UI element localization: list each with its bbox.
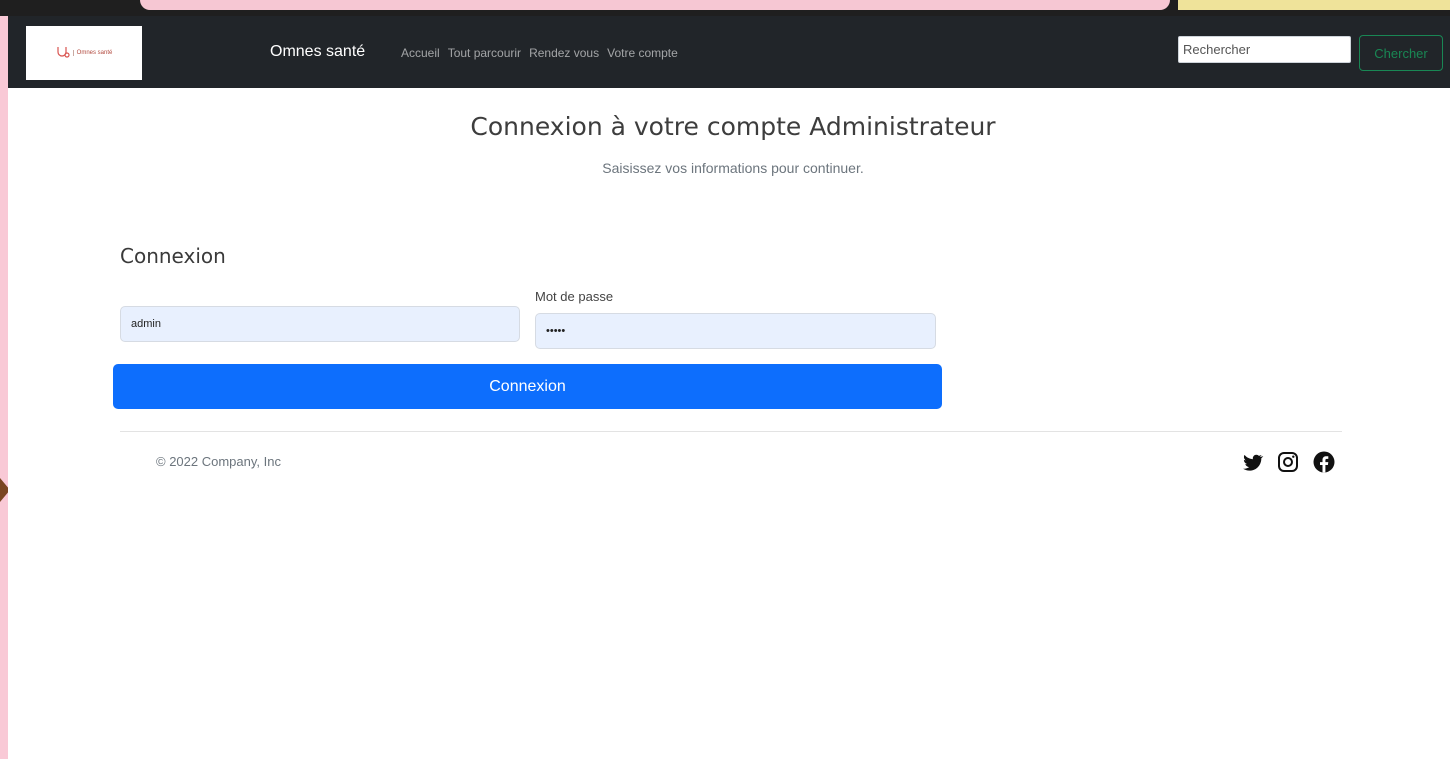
logo-text: Omnes santé <box>72 50 112 56</box>
nav-link-rendez-vous[interactable]: Rendez vous <box>529 46 599 60</box>
copyright-text: © 2022 Company, Inc <box>156 454 281 469</box>
footer-divider <box>120 431 1342 432</box>
login-section-title: Connexion <box>120 244 226 268</box>
page-title: Connexion à votre compte Administrateur <box>470 112 996 141</box>
navbar: Omnes santé Omnes santé Accueil Tout par… <box>8 16 1450 88</box>
instagram-icon[interactable] <box>1276 450 1300 474</box>
background-pill <box>140 0 1170 10</box>
stethoscope-icon <box>57 47 70 58</box>
login-button[interactable]: Connexion <box>113 364 942 409</box>
page-subtitle: Saisissez vos informations pour continue… <box>602 160 864 176</box>
browser-page: Omnes santé Omnes santé Accueil Tout par… <box>8 16 1450 759</box>
background-yellow-block <box>1178 0 1450 10</box>
nav-link-votre-compte[interactable]: Votre compte <box>607 46 678 60</box>
nav-link-tout-parcourir[interactable]: Tout parcourir <box>448 46 521 60</box>
username-input[interactable] <box>120 306 520 342</box>
password-label: Mot de passe <box>535 289 614 304</box>
social-links <box>1240 450 1336 474</box>
password-input[interactable] <box>535 313 936 349</box>
nav-links: Accueil Tout parcourir Rendez vous Votre… <box>401 46 686 60</box>
logo[interactable]: Omnes santé <box>26 26 142 80</box>
facebook-icon[interactable] <box>1312 450 1336 474</box>
search-button[interactable]: Chercher <box>1359 35 1443 71</box>
brand-link[interactable]: Omnes santé <box>270 43 365 61</box>
search-input[interactable] <box>1178 36 1351 63</box>
twitter-icon[interactable] <box>1240 450 1264 474</box>
nav-link-accueil[interactable]: Accueil <box>401 46 440 60</box>
